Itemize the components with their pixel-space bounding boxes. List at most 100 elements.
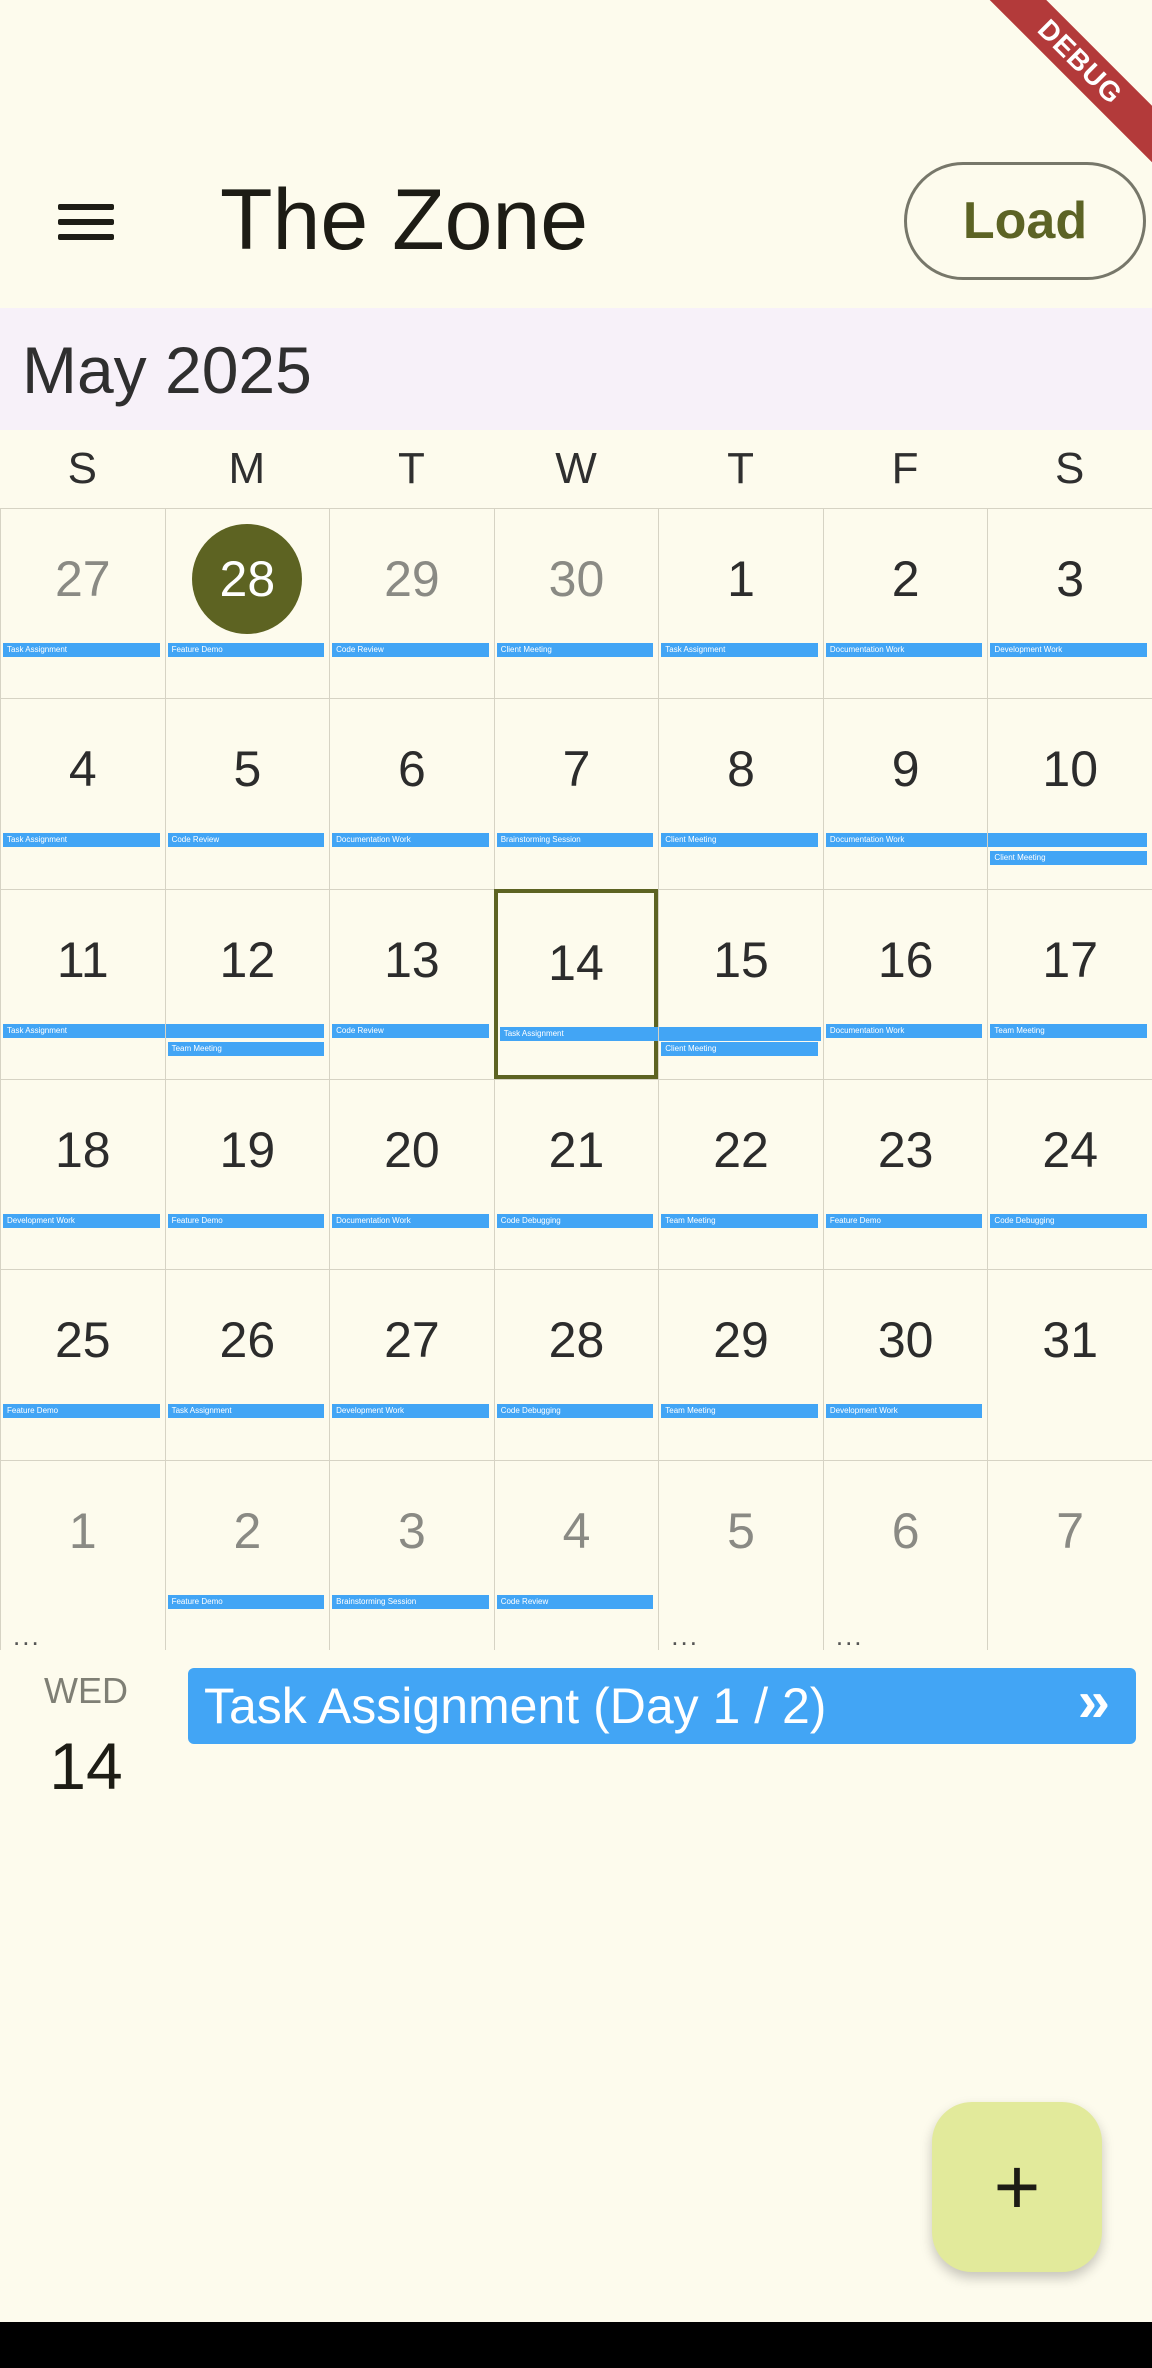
event-chip[interactable]: Team Meeting xyxy=(661,1404,818,1419)
calendar-day-cell[interactable]: 30 Development Work xyxy=(822,1269,988,1460)
event-chip[interactable]: Task Assignment xyxy=(167,1404,325,1419)
calendar-day-cell[interactable]: 29 Code Review xyxy=(329,508,494,699)
day-number: 13 xyxy=(384,931,440,988)
day-number: 9 xyxy=(891,741,920,798)
calendar-day-cell[interactable]: 30 Client Meeting xyxy=(493,508,659,699)
calendar-day-cell[interactable]: 19 Feature Demo xyxy=(164,1079,330,1270)
calendar-day-cell[interactable]: 15 Client Meeting xyxy=(658,888,823,1079)
event-chip[interactable]: Feature Demo xyxy=(825,1214,983,1228)
event-chip[interactable]: Development Work xyxy=(332,1404,489,1419)
calendar-day-cell[interactable]: 6 Documentation Work xyxy=(329,698,494,889)
event-chip[interactable]: Code Debugging xyxy=(496,1214,654,1228)
calendar-day-cell[interactable]: 26 Task Assignment xyxy=(164,1269,330,1460)
event-chip[interactable]: Documentation Work xyxy=(825,1023,983,1038)
calendar-day-cell[interactable]: 3 Brainstorming Session xyxy=(329,1459,494,1650)
calendar-day-cell[interactable]: 28 Feature Demo xyxy=(164,508,330,699)
event-chip[interactable]: Development Work xyxy=(825,1404,983,1419)
event-chip[interactable]: Code Debugging xyxy=(990,1214,1147,1228)
day-number: 30 xyxy=(548,551,605,607)
calendar-day-cell[interactable]: 5 Code Review xyxy=(164,698,330,889)
event-chip[interactable]: Team Meeting xyxy=(661,1214,818,1228)
calendar-day-cell[interactable]: 20 Documentation Work xyxy=(329,1079,494,1270)
event-chip[interactable]: Feature Demo xyxy=(167,643,325,657)
calendar-day-cell[interactable]: 16 Documentation Work xyxy=(822,888,988,1079)
event-chip[interactable]: Development Work xyxy=(3,1214,160,1228)
calendar-day-cell[interactable]: 1 Task Assignment xyxy=(658,508,823,699)
calendar-day-cell[interactable]: 3 Development Work xyxy=(987,508,1152,699)
more-events-indicator[interactable]: ... xyxy=(836,1623,864,1649)
calendar-day-cell[interactable]: 27 Task Assignment xyxy=(0,508,165,699)
month-header[interactable]: May 2025 xyxy=(0,308,1152,430)
calendar-day-cell[interactable]: 29 Team Meeting xyxy=(658,1269,823,1460)
event-chip[interactable]: Feature Demo xyxy=(3,1404,160,1419)
event-chip[interactable]: Documentation Work xyxy=(332,833,489,848)
day-number: 5 xyxy=(233,741,262,798)
calendar-day-cell[interactable]: 9 Documentation Work xyxy=(822,698,1147,889)
event-chip[interactable]: Code Review xyxy=(167,833,325,848)
event-chip[interactable]: Documentation Work xyxy=(332,1214,489,1228)
calendar-day-cell[interactable]: 1... xyxy=(0,1459,165,1650)
calendar-day-cell[interactable]: 21 Code Debugging xyxy=(493,1079,659,1270)
event-chip[interactable]: Code Review xyxy=(332,1023,489,1038)
calendar-day-cell[interactable]: 11 Task Assignment xyxy=(0,888,325,1079)
calendar-day-cell[interactable]: 14 Task Assignment xyxy=(493,888,821,1079)
day-number: 25 xyxy=(54,1312,111,1369)
calendar-day-cell[interactable]: 24 Code Debugging xyxy=(987,1079,1152,1270)
calendar-day-cell[interactable]: 12 Team Meeting xyxy=(164,888,330,1079)
day-number: 22 xyxy=(713,1122,769,1178)
event-chip[interactable]: Client Meeting xyxy=(496,643,654,657)
calendar-day-cell[interactable]: 18 Development Work xyxy=(0,1079,165,1270)
event-chip[interactable]: Code Debugging xyxy=(496,1404,654,1419)
calendar-day-cell[interactable]: 25 Feature Demo xyxy=(0,1269,165,1460)
calendar-day-cell[interactable]: 2 Documentation Work xyxy=(822,508,988,699)
event-chip[interactable]: Code Review xyxy=(496,1594,654,1609)
add-event-button[interactable]: + xyxy=(932,2102,1102,2272)
page-title: The Zone xyxy=(220,172,589,268)
calendar-day-cell[interactable]: 13 Code Review xyxy=(329,888,494,1079)
calendar-day-cell[interactable]: 5... xyxy=(658,1459,823,1650)
event-chip[interactable]: Task Assignment xyxy=(3,833,160,848)
event-card[interactable]: Task Assignment (Day 1 / 2) » xyxy=(188,1668,1136,1744)
calendar-day-cell[interactable]: 6... xyxy=(822,1459,988,1650)
calendar-day-cell[interactable]: 7 Brainstorming Session xyxy=(493,698,659,889)
event-chip[interactable]: Code Review xyxy=(332,643,489,657)
month-label: May 2025 xyxy=(22,333,312,407)
event-chip[interactable]: Client Meeting xyxy=(661,833,818,848)
day-number: 1 xyxy=(68,1502,97,1559)
more-events-indicator[interactable]: ... xyxy=(671,1623,699,1649)
menu-icon[interactable] xyxy=(30,182,140,262)
event-chip[interactable]: Documentation Work xyxy=(825,643,983,657)
calendar-day-cell[interactable]: 4 Task Assignment xyxy=(0,698,165,889)
calendar-day-cell[interactable]: 10 Client Meeting xyxy=(987,698,1152,889)
calendar-day-cell[interactable]: 7 xyxy=(987,1459,1152,1650)
calendar-day-cell[interactable]: 27 Development Work xyxy=(329,1269,494,1460)
day-number: 27 xyxy=(384,1312,440,1369)
calendar-day-cell[interactable]: 28 Code Debugging xyxy=(493,1269,659,1460)
event-chip[interactable]: Brainstorming Session xyxy=(496,833,654,848)
day-number: 20 xyxy=(384,1122,440,1178)
calendar-day-cell[interactable]: 22 Team Meeting xyxy=(658,1079,823,1270)
calendar-day-cell[interactable]: 31 xyxy=(987,1269,1152,1460)
day-number: 17 xyxy=(1042,931,1099,988)
event-chip[interactable]: Development Work xyxy=(990,643,1147,657)
event-chip[interactable]: Feature Demo xyxy=(167,1214,325,1228)
debug-banner: DEBUG xyxy=(972,0,1152,180)
day-number: 4 xyxy=(562,1502,591,1559)
event-chip[interactable]: Client Meeting xyxy=(990,851,1147,866)
calendar-day-cell[interactable]: 2 Feature Demo xyxy=(164,1459,330,1650)
event-chip[interactable]: Team Meeting xyxy=(167,1041,325,1056)
calendar-day-cell[interactable]: 17 Team Meeting xyxy=(987,888,1152,1079)
calendar-day-cell[interactable]: 4 Code Review xyxy=(493,1459,659,1650)
event-chip[interactable]: Client Meeting xyxy=(661,1041,818,1056)
weekday-label: T xyxy=(727,444,754,493)
weekday-label: W xyxy=(555,444,597,493)
event-chip[interactable]: Brainstorming Session xyxy=(332,1594,489,1609)
event-chip[interactable]: Task Assignment xyxy=(661,643,818,657)
calendar-day-cell[interactable]: 23 Feature Demo xyxy=(822,1079,988,1270)
day-number: 7 xyxy=(562,741,591,798)
event-chip[interactable]: Task Assignment xyxy=(3,643,160,657)
calendar-day-cell[interactable]: 8 Client Meeting xyxy=(658,698,823,889)
more-events-indicator[interactable]: ... xyxy=(13,1623,41,1649)
event-chip[interactable]: Team Meeting xyxy=(990,1023,1147,1038)
event-chip[interactable]: Feature Demo xyxy=(167,1594,325,1609)
